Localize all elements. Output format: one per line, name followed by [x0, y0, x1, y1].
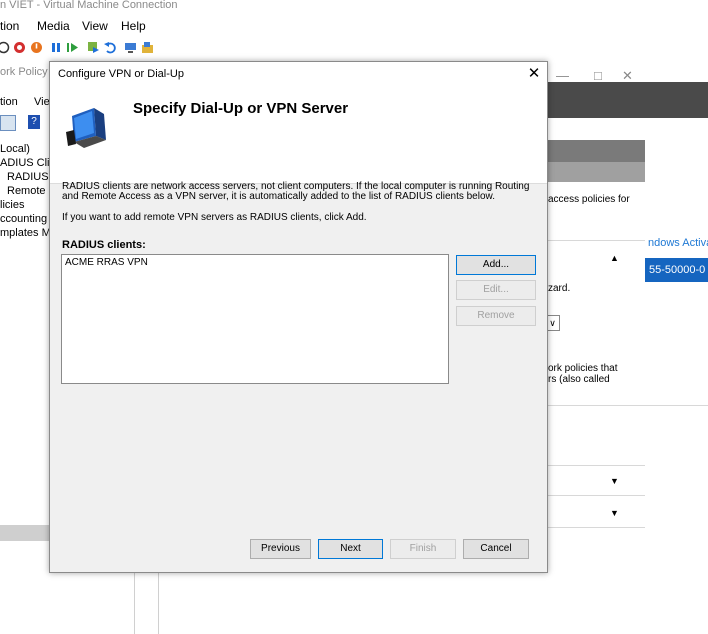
details-text-access-policies: access policies for: [548, 194, 630, 205]
tree-item-policies[interactable]: licies: [0, 199, 24, 211]
cancel-button[interactable]: Cancel: [463, 539, 529, 559]
console-menu-view[interactable]: Vie: [34, 96, 50, 108]
divider: [545, 240, 645, 241]
divider: [545, 495, 645, 496]
divider: [158, 572, 159, 634]
selected-list-row[interactable]: 55-50000-0: [645, 258, 708, 282]
description-text: RADIUS clients are network access server…: [62, 181, 530, 202]
tree-item-accounting[interactable]: ccounting: [0, 213, 47, 225]
dialog-heading: Specify Dial-Up or VPN Server: [133, 100, 349, 117]
dialog-header: Specify Dial-Up or VPN Server: [50, 88, 547, 184]
add-button[interactable]: Add...: [456, 255, 536, 275]
dialog-titlebar: Configure VPN or Dial-Up ✕: [50, 62, 547, 88]
console-window-title: ork Policy: [0, 66, 48, 78]
divider: [134, 572, 135, 634]
windows-activation-watermark: ndows Activa: [648, 237, 708, 249]
console-menu-action[interactable]: tion: [0, 96, 18, 108]
menu-media[interactable]: Media: [37, 19, 70, 33]
shut-down-icon[interactable]: [30, 41, 43, 54]
collapse-arrow-icon[interactable]: ▲: [610, 253, 619, 263]
divider: [545, 405, 708, 406]
vm-window-title: n VIET - Virtual Machine Connection: [0, 0, 708, 14]
details-text-wizard: zard.: [548, 283, 571, 294]
checkpoint-icon[interactable]: [87, 41, 100, 54]
minimize-icon[interactable]: —: [556, 68, 569, 83]
tree-item-templates[interactable]: mplates M: [0, 227, 51, 239]
remove-button[interactable]: Remove: [456, 306, 536, 326]
dialog-title: Configure VPN or Dial-Up: [58, 68, 184, 80]
details-section-subheader: [545, 162, 645, 182]
share-icon[interactable]: [141, 41, 154, 54]
pause-icon[interactable]: [50, 41, 63, 54]
details-header-band: [545, 82, 708, 118]
turn-off-icon[interactable]: [13, 41, 26, 54]
divider: [545, 465, 645, 466]
details-text-policies-that: ork policies that: [548, 363, 618, 374]
menu-view[interactable]: View: [82, 19, 108, 33]
close-icon[interactable]: ✕: [524, 64, 544, 84]
divider: [545, 527, 645, 528]
vm-menubar: tion Media View Help: [0, 14, 708, 36]
start-icon[interactable]: [0, 41, 10, 54]
help-icon[interactable]: ?: [28, 115, 40, 129]
instruction-text: If you want to add remote VPN servers as…: [62, 212, 367, 223]
menu-help[interactable]: Help: [121, 19, 146, 33]
expand-arrow-icon[interactable]: ▼: [610, 508, 619, 518]
enhanced-session-icon[interactable]: [124, 41, 137, 54]
edit-button[interactable]: Edit...: [456, 280, 536, 300]
finish-button[interactable]: Finish: [390, 539, 456, 559]
radius-clients-list[interactable]: ACME RRAS VPN: [61, 254, 449, 384]
vm-toolbar: [0, 36, 708, 61]
details-section-header: [545, 140, 645, 162]
configure-vpn-dialog: Configure VPN or Dial-Up ✕ Specify Dial-…: [49, 61, 548, 573]
revert-icon[interactable]: [104, 41, 117, 54]
details-text-also-called: rs (also called: [548, 374, 610, 385]
next-button[interactable]: Next: [318, 539, 383, 559]
tree-item-local[interactable]: Local): [0, 143, 30, 155]
horizontal-scrollbar[interactable]: [0, 525, 50, 541]
maximize-icon[interactable]: □: [594, 68, 602, 83]
computer-icon: [64, 102, 114, 150]
expand-arrow-icon[interactable]: ▼: [610, 476, 619, 486]
resume-icon[interactable]: [66, 41, 79, 54]
radius-clients-label: RADIUS clients:: [62, 239, 146, 251]
previous-button[interactable]: Previous: [250, 539, 311, 559]
menu-action[interactable]: tion: [0, 19, 19, 33]
console-view-icon[interactable]: [0, 115, 16, 131]
list-item[interactable]: ACME RRAS VPN: [65, 257, 148, 268]
